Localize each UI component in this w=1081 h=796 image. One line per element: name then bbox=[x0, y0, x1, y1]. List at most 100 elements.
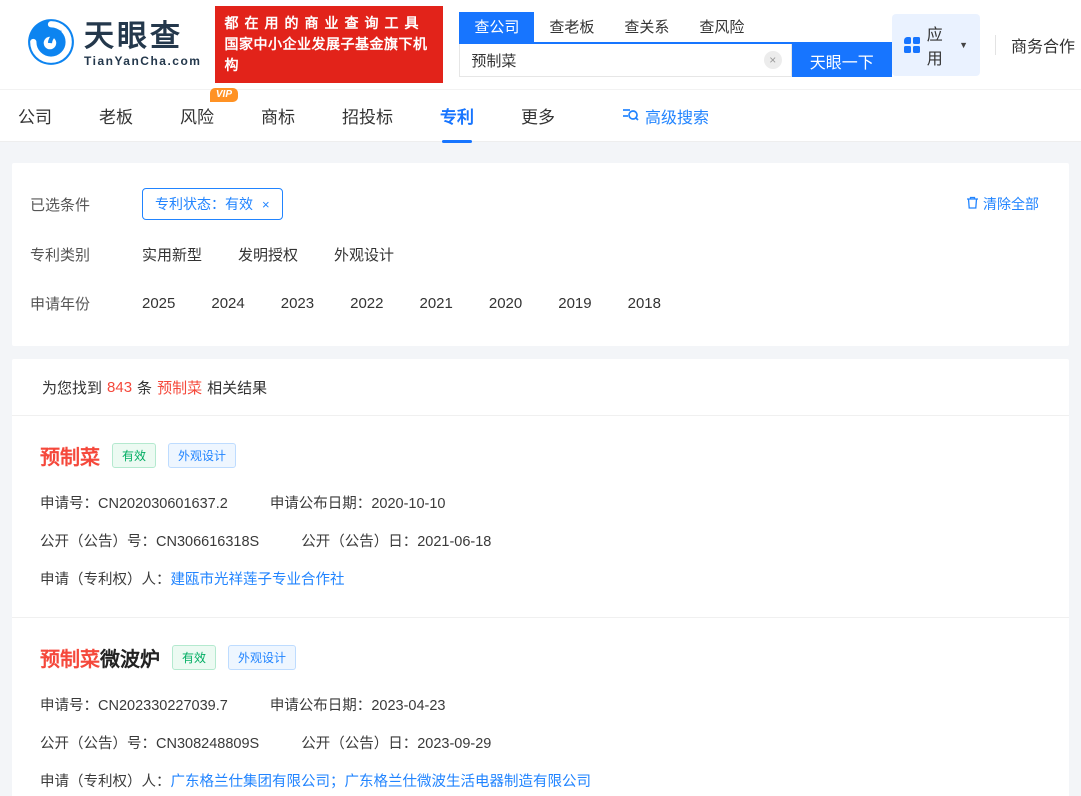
brand-name: 天眼查 bbox=[84, 21, 201, 53]
clear-search-icon[interactable]: × bbox=[764, 51, 782, 69]
patent-title-highlight[interactable]: 预制菜 bbox=[40, 643, 100, 672]
header-right: 应用 ▼ 商务合作 bbox=[892, 14, 1081, 76]
field-label: 申请公布日期： bbox=[270, 698, 372, 714]
applicant-row: 申请（专利权）人：广东格兰仕集团有限公司；广东格兰仕微波生活电器制造有限公司 bbox=[40, 770, 1041, 791]
applicant-link[interactable]: 广东格兰仕集团有限公司； bbox=[171, 774, 345, 790]
applicant-row: 申请（专利权）人：建瓯市光祥莲子专业合作社 bbox=[40, 568, 1041, 589]
results-count-row: 为您找到 843 条 预制菜 相关结果 bbox=[12, 359, 1069, 416]
nav-tab-patent[interactable]: 专利 bbox=[440, 103, 474, 128]
filter-option-year-2024[interactable]: 2024 bbox=[211, 295, 244, 312]
patent-fields-row: 公开（公告）号：CN306616318S 公开（公告）日：2021-06-18 bbox=[40, 530, 1041, 551]
patent-title[interactable]: 预制菜 bbox=[40, 441, 100, 470]
advanced-search-label: 高级搜索 bbox=[645, 104, 709, 128]
results-count: 843 bbox=[107, 379, 132, 396]
field-value: CN202330227039.7 bbox=[98, 698, 228, 714]
selected-conditions-row: 已选条件 专利状态：有效 × 清除全部 bbox=[30, 188, 1051, 220]
brand-domain: TianYanCha.com bbox=[84, 54, 201, 68]
patent-result-item: 预制菜 有效 外观设计 申请号：CN202030601637.2 申请公布日期：… bbox=[12, 416, 1069, 618]
filter-option-year-2021[interactable]: 2021 bbox=[420, 295, 453, 312]
status-badge: 有效 bbox=[172, 645, 216, 670]
clear-all-label: 清除全部 bbox=[983, 194, 1039, 214]
nav-tab-risk-label: 风险 bbox=[180, 108, 214, 127]
patent-fields-row: 申请号：CN202330227039.7 申请公布日期：2023-04-23 bbox=[40, 694, 1041, 715]
field-label: 公开（公告）日： bbox=[301, 736, 417, 752]
category-nav: 公司 老板 风险 VIP 商标 招投标 专利 更多 高级搜索 bbox=[0, 90, 1081, 142]
selected-conditions-label: 已选条件 bbox=[30, 194, 142, 215]
advanced-search-icon bbox=[622, 105, 639, 127]
advanced-search-button[interactable]: 高级搜索 bbox=[622, 104, 709, 128]
apps-button[interactable]: 应用 ▼ bbox=[892, 14, 980, 76]
search-tab-risk[interactable]: 查风险 bbox=[684, 12, 759, 42]
count-prefix: 为您找到 bbox=[42, 377, 102, 398]
filter-option-year-2025[interactable]: 2025 bbox=[142, 295, 175, 312]
applicant-link[interactable]: 建瓯市光祥莲子专业合作社 bbox=[171, 572, 345, 588]
filter-option-year-2019[interactable]: 2019 bbox=[558, 295, 591, 312]
patent-type-row: 专利类别 实用新型 发明授权 外观设计 bbox=[30, 239, 1051, 269]
filter-tag-patent-status[interactable]: 专利状态：有效 × bbox=[142, 188, 283, 220]
field-value: CN308248809S bbox=[156, 736, 259, 752]
filter-option-invention-grant[interactable]: 发明授权 bbox=[238, 244, 298, 265]
tianyancha-logo[interactable]: 天眼查 TianYanCha.com bbox=[26, 17, 201, 72]
filter-option-utility-model[interactable]: 实用新型 bbox=[142, 244, 202, 265]
patent-fields-row: 申请号：CN202030601637.2 申请公布日期：2020-10-10 bbox=[40, 492, 1041, 513]
search-tab-relation[interactable]: 查关系 bbox=[609, 12, 684, 42]
field-label: 公开（公告）日： bbox=[301, 534, 417, 550]
nav-tab-boss[interactable]: 老板 bbox=[99, 103, 133, 128]
applicant-label: 申请（专利权）人： bbox=[40, 572, 171, 588]
field-value: 2020-10-10 bbox=[371, 496, 445, 512]
field-label: 公开（公告）号： bbox=[40, 534, 156, 550]
nav-tab-bidding[interactable]: 招投标 bbox=[342, 103, 393, 128]
filter-option-year-2018[interactable]: 2018 bbox=[628, 295, 661, 312]
search-input[interactable] bbox=[471, 52, 763, 69]
field-label: 申请公布日期： bbox=[270, 496, 372, 512]
nav-tab-trademark[interactable]: 商标 bbox=[261, 103, 295, 128]
patent-title-rest[interactable]: 微波炉 bbox=[100, 643, 160, 672]
clear-all-button[interactable]: 清除全部 bbox=[965, 194, 1051, 214]
search-keyword: 预制菜 bbox=[157, 377, 202, 398]
slogan-line-2: 国家中小企业发展子基金旗下机构 bbox=[224, 34, 434, 76]
field-value: CN306616318S bbox=[156, 534, 259, 550]
filter-option-year-2022[interactable]: 2022 bbox=[350, 295, 383, 312]
remove-filter-icon[interactable]: × bbox=[262, 197, 270, 212]
patent-fields-row: 公开（公告）号：CN308248809S 公开（公告）日：2023-09-29 bbox=[40, 732, 1041, 753]
field-label: 申请号： bbox=[40, 698, 98, 714]
results-panel: 为您找到 843 条 预制菜 相关结果 预制菜 有效 外观设计 申请号：CN20… bbox=[12, 359, 1069, 796]
search-tab-boss[interactable]: 查老板 bbox=[534, 12, 609, 42]
field-value: CN202030601637.2 bbox=[98, 496, 228, 512]
search-button[interactable]: 天眼一下 bbox=[792, 44, 892, 77]
status-badge: 有效 bbox=[112, 443, 156, 468]
nav-tab-risk[interactable]: 风险 VIP bbox=[180, 103, 214, 128]
patent-type-badge: 外观设计 bbox=[228, 645, 296, 670]
applicant-label: 申请（专利权）人： bbox=[40, 774, 171, 790]
patent-type-label: 专利类别 bbox=[30, 244, 142, 265]
active-tab-underline bbox=[442, 140, 472, 143]
header-divider bbox=[995, 35, 996, 55]
field-value: 2023-04-23 bbox=[371, 698, 445, 714]
chevron-down-icon: ▼ bbox=[959, 40, 968, 50]
slogan-banner: 都在用的商业查询工具 国家中小企业发展子基金旗下机构 bbox=[215, 6, 443, 83]
search-input-wrap: × bbox=[459, 44, 791, 77]
filter-option-year-2023[interactable]: 2023 bbox=[281, 295, 314, 312]
filter-option-year-2020[interactable]: 2020 bbox=[489, 295, 522, 312]
field-value: 2021-06-18 bbox=[417, 534, 491, 550]
patent-result-item: 预制菜 微波炉 有效 外观设计 申请号：CN202330227039.7 申请公… bbox=[12, 618, 1069, 796]
apps-grid-icon bbox=[904, 37, 920, 53]
trash-icon bbox=[965, 195, 980, 213]
count-unit: 条 bbox=[137, 377, 152, 398]
application-year-label: 申请年份 bbox=[30, 293, 142, 314]
business-cooperation-link[interactable]: 商务合作 bbox=[1011, 33, 1075, 57]
patent-title-row: 预制菜 微波炉 有效 外观设计 bbox=[40, 643, 1041, 672]
vip-badge: VIP bbox=[210, 88, 238, 102]
filter-option-design[interactable]: 外观设计 bbox=[334, 244, 394, 265]
applicant-link[interactable]: 广东格兰仕微波生活电器制造有限公司 bbox=[345, 774, 592, 790]
count-suffix: 相关结果 bbox=[207, 377, 267, 398]
search-tab-company[interactable]: 查公司 bbox=[459, 12, 534, 42]
field-value: 2023-09-29 bbox=[417, 736, 491, 752]
search-block: 查公司 查老板 查关系 查风险 × 天眼一下 bbox=[459, 12, 891, 77]
apps-label: 应用 bbox=[927, 21, 952, 69]
nav-tab-more[interactable]: 更多 bbox=[521, 103, 555, 128]
filter-tag-label: 专利状态：有效 bbox=[155, 194, 253, 214]
application-year-row: 申请年份 2025 2024 2023 2022 2021 2020 2019 … bbox=[30, 288, 1051, 318]
nav-tab-company[interactable]: 公司 bbox=[18, 103, 52, 128]
search-tabs: 查公司 查老板 查关系 查风险 bbox=[459, 12, 891, 44]
